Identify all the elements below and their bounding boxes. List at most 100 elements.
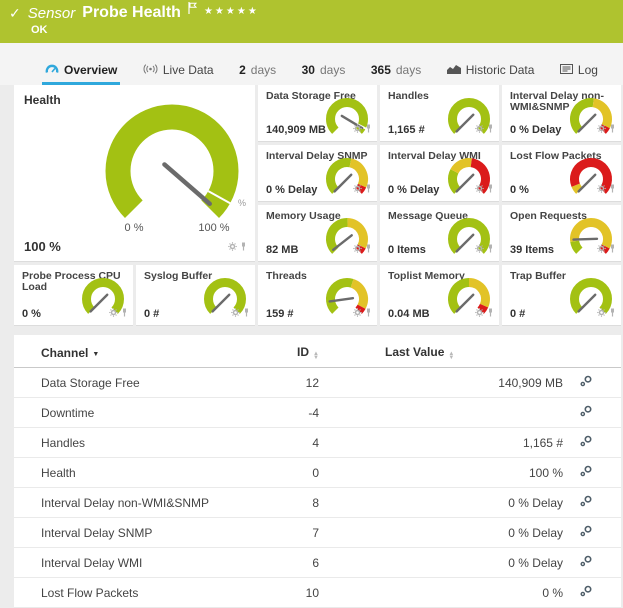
channel-table: Channel▼ ID▲▼ Last Value▲▼ Data Storage …	[14, 335, 621, 608]
tab-label: Historic Data	[466, 63, 535, 77]
tab-log[interactable]: Log	[557, 57, 601, 85]
sensor-titlebar: ✓ Sensor Probe Health ★★★★★ OK	[0, 0, 623, 43]
cell-channel[interactable]: Interval Delay SNMP	[14, 518, 241, 548]
gauge-card-lost-flow-packets: Lost Flow Packets 0 %	[502, 145, 621, 202]
cell-channel[interactable]: Lost Flow Packets	[14, 578, 241, 608]
cell-id: -4	[241, 398, 323, 428]
column-header-channel[interactable]: Channel▼	[14, 335, 241, 368]
tab-live-data[interactable]: Live Data	[140, 57, 217, 85]
pin-icon[interactable]	[487, 180, 494, 198]
cell-channel[interactable]: Downtime	[14, 398, 241, 428]
gauge-card-probe-process-cpu-load: Probe Process CPU Load 0 %	[14, 265, 133, 326]
column-header-actions	[565, 335, 621, 368]
pin-icon[interactable]	[365, 240, 372, 258]
gauge-card-handles: Handles 1,165 #	[380, 85, 499, 142]
pin-icon[interactable]	[609, 240, 616, 258]
gauge-value: 0 % Delay	[388, 184, 439, 196]
gauge-card-memory-usage: Memory Usage 82 MB	[258, 205, 377, 262]
cell-channel[interactable]: Data Storage Free	[14, 368, 241, 398]
edit-channel-icon[interactable]	[580, 465, 593, 480]
pin-icon[interactable]	[365, 180, 372, 198]
gear-icon[interactable]	[353, 304, 362, 322]
edit-channel-icon[interactable]	[580, 435, 593, 450]
live-icon	[143, 63, 158, 77]
pin-icon[interactable]	[487, 304, 494, 322]
tab-label: Log	[578, 63, 598, 77]
pin-icon[interactable]	[240, 238, 247, 256]
cell-last-value	[323, 398, 565, 428]
gauge-value: 140,909 MB	[266, 124, 326, 136]
gauge-value: 159 #	[266, 308, 294, 320]
table-row: Downtime -4	[14, 398, 621, 428]
gear-icon[interactable]	[475, 180, 484, 198]
gauge-max-label: 100 %	[192, 222, 236, 234]
edit-channel-icon[interactable]	[580, 375, 593, 390]
table-row: Interval Delay non-WMI&SNMP 8 0 % Delay	[14, 488, 621, 518]
tab-unit: days	[320, 63, 345, 77]
tab-overview[interactable]: Overview	[42, 57, 120, 85]
cell-channel[interactable]: Handles	[14, 428, 241, 458]
cell-channel[interactable]: Interval Delay WMI	[14, 548, 241, 578]
gear-icon[interactable]	[353, 240, 362, 258]
gauge-value: 0 Items	[388, 244, 426, 256]
tab-365-days[interactable]: 365days	[368, 57, 424, 85]
edit-channel-icon[interactable]	[580, 525, 593, 540]
edit-channel-icon[interactable]	[580, 495, 593, 510]
priority-stars[interactable]: ★★★★★	[204, 6, 259, 17]
gear-icon[interactable]	[353, 120, 362, 138]
pin-icon[interactable]	[609, 304, 616, 322]
table-row: Lost Flow Packets 10 0 %	[14, 578, 621, 608]
gauge-icon	[45, 63, 59, 77]
cell-last-value: 0 % Delay	[323, 548, 565, 578]
gear-icon[interactable]	[597, 304, 606, 322]
gauge-card-interval-delay-non-wmi-snmp: Interval Delay non-WMI&SNMP 0 % Delay	[502, 85, 621, 142]
gear-icon[interactable]	[228, 238, 237, 256]
gauge-card-trap-buffer: Trap Buffer 0 #	[502, 265, 621, 326]
gauge-value: 1,165 #	[388, 124, 425, 136]
edit-channel-icon[interactable]	[580, 555, 593, 570]
gear-icon[interactable]	[597, 180, 606, 198]
pin-icon[interactable]	[487, 120, 494, 138]
gear-icon[interactable]	[231, 304, 240, 322]
gear-icon[interactable]	[353, 180, 362, 198]
gauge-value: 0 #	[144, 308, 159, 320]
gauge-grid: Health 0 % 100 % % 100 % Data Storage Fr…	[14, 85, 621, 326]
tab-number: 2	[239, 63, 246, 77]
gauge-value: 0 %	[22, 308, 41, 320]
overview-content: Health 0 % 100 % % 100 % Data Storage Fr…	[14, 85, 621, 608]
gear-icon[interactable]	[475, 120, 484, 138]
cell-channel[interactable]: Health	[14, 458, 241, 488]
pin-icon[interactable]	[365, 304, 372, 322]
cell-id: 10	[241, 578, 323, 608]
gear-icon[interactable]	[475, 304, 484, 322]
column-header-last-value[interactable]: Last Value▲▼	[323, 335, 565, 368]
tab-label: Live Data	[163, 63, 214, 77]
edit-channel-icon[interactable]	[580, 405, 593, 420]
gear-icon[interactable]	[597, 240, 606, 258]
gauge-value: 39 Items	[510, 244, 554, 256]
cell-channel[interactable]: Interval Delay non-WMI&SNMP	[14, 488, 241, 518]
pin-icon[interactable]	[609, 180, 616, 198]
flag-icon[interactable]	[188, 1, 197, 19]
gauge-card-threads: Threads 159 #	[258, 265, 377, 326]
gauge-min-label: 0 %	[112, 222, 156, 234]
gear-icon[interactable]	[597, 120, 606, 138]
gear-icon[interactable]	[109, 304, 118, 322]
gauge-card-health: Health 0 % 100 % % 100 %	[14, 85, 255, 262]
tab-2-days[interactable]: 2days	[236, 57, 279, 85]
gear-icon[interactable]	[475, 240, 484, 258]
gauge-card-message-queue: Message Queue 0 Items	[380, 205, 499, 262]
log-icon	[560, 63, 573, 77]
cell-id: 12	[241, 368, 323, 398]
gauge-title: Health	[24, 93, 61, 107]
table-row: Interval Delay SNMP 7 0 % Delay	[14, 518, 621, 548]
pin-icon[interactable]	[609, 120, 616, 138]
edit-channel-icon[interactable]	[580, 585, 593, 600]
pin-icon[interactable]	[365, 120, 372, 138]
pin-icon[interactable]	[243, 304, 250, 322]
tab-historic-data[interactable]: Historic Data	[444, 57, 538, 85]
pin-icon[interactable]	[121, 304, 128, 322]
tab-30-days[interactable]: 30days	[299, 57, 349, 85]
column-header-id[interactable]: ID▲▼	[241, 335, 323, 368]
pin-icon[interactable]	[487, 240, 494, 258]
